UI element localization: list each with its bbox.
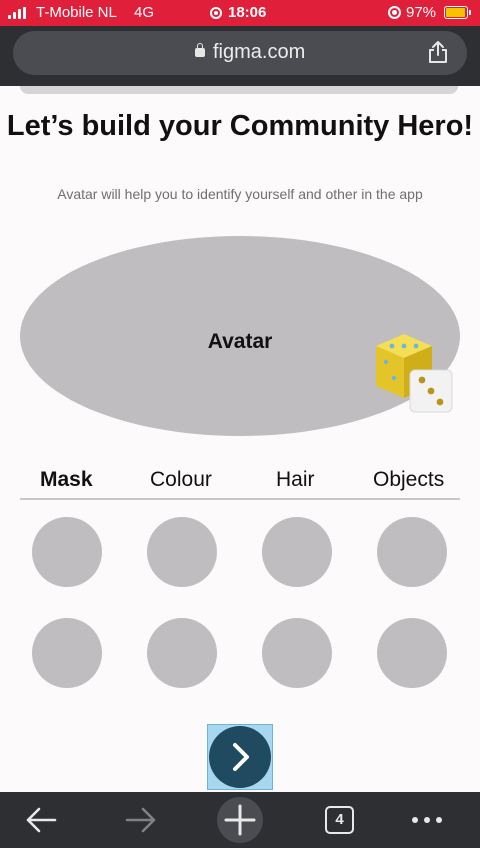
option-item[interactable] bbox=[147, 517, 217, 587]
time-label: 18:06 bbox=[228, 4, 267, 21]
option-item[interactable] bbox=[147, 618, 217, 688]
back-arrow-icon[interactable] bbox=[24, 804, 58, 836]
tab-mask[interactable]: Mask bbox=[40, 468, 93, 492]
page-title: Let’s build your Community Hero! bbox=[6, 110, 474, 142]
plus-icon bbox=[224, 804, 256, 836]
rotation-lock-icon bbox=[388, 6, 401, 19]
option-item[interactable] bbox=[32, 618, 102, 688]
battery-icon bbox=[444, 6, 471, 19]
address-bar[interactable]: figma.com bbox=[13, 31, 467, 75]
carrier-label: T-Mobile NL bbox=[36, 4, 117, 21]
new-tab-button[interactable] bbox=[217, 797, 263, 843]
clock: 18:06 bbox=[210, 4, 266, 21]
battery-percent: 97% bbox=[406, 4, 437, 21]
browser-toolbar: figma.com bbox=[0, 26, 480, 86]
option-item[interactable] bbox=[377, 517, 447, 587]
next-button[interactable] bbox=[209, 726, 271, 788]
option-item[interactable] bbox=[262, 517, 332, 587]
chevron-right-icon bbox=[233, 743, 249, 771]
next-button-selection bbox=[207, 724, 273, 790]
network-label: 4G bbox=[134, 4, 155, 21]
tab-colour[interactable]: Colour bbox=[150, 468, 212, 492]
share-icon[interactable] bbox=[427, 40, 449, 64]
scroll-edge bbox=[20, 86, 458, 94]
tab-objects[interactable]: Objects bbox=[373, 468, 444, 492]
category-tabs: Mask Colour Hair Objects bbox=[20, 464, 460, 500]
forward-arrow-icon[interactable] bbox=[124, 804, 158, 836]
option-item[interactable] bbox=[262, 618, 332, 688]
more-dots-icon[interactable] bbox=[412, 817, 442, 823]
option-item[interactable] bbox=[377, 618, 447, 688]
signal-icon bbox=[8, 7, 26, 19]
location-icon bbox=[210, 6, 222, 19]
status-bar: T-Mobile NL 4G 18:06 97% bbox=[0, 0, 480, 26]
dice-icon[interactable] bbox=[372, 332, 456, 414]
battery-fill bbox=[446, 8, 466, 17]
url-text[interactable]: figma.com bbox=[213, 41, 305, 64]
page-subtitle: Avatar will help you to identify yoursel… bbox=[57, 186, 423, 202]
tab-hair[interactable]: Hair bbox=[276, 468, 315, 492]
browser-bottom-bar: 4 bbox=[0, 792, 480, 848]
tab-count-button[interactable]: 4 bbox=[325, 806, 354, 834]
lock-icon bbox=[195, 43, 205, 57]
option-item[interactable] bbox=[32, 517, 102, 587]
